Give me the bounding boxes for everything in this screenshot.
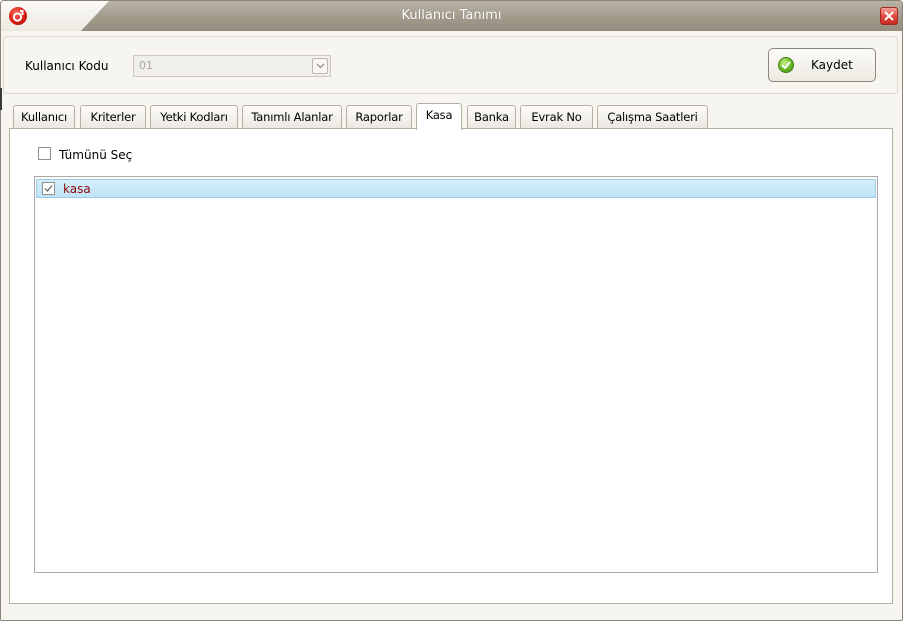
list-item[interactable]: kasa <box>36 179 876 198</box>
edge-marker <box>0 88 2 110</box>
tab-calisma-saatleri[interactable]: Çalışma Saatleri <box>597 105 708 128</box>
save-button[interactable]: Kaydet <box>768 48 876 82</box>
tab-kullanici[interactable]: Kullanıcı <box>13 105 75 128</box>
list-item-label: kasa <box>63 182 91 196</box>
tab-evrak-no[interactable]: Evrak No <box>520 105 593 128</box>
title-bar: Kullanıcı Tanımı <box>1 1 902 31</box>
tab-yetki-kodlari[interactable]: Yetki Kodları <box>150 105 238 128</box>
user-code-label: Kullanıcı Kodu <box>25 59 109 73</box>
item-checkbox[interactable] <box>42 182 55 195</box>
kasa-list[interactable]: kasa <box>34 176 878 573</box>
window-title: Kullanıcı Tanımı <box>401 8 502 23</box>
select-all-label[interactable]: Tümünü Seç <box>59 148 132 162</box>
tab-kasa[interactable]: Kasa <box>416 103 462 130</box>
close-icon[interactable] <box>880 7 898 25</box>
tab-banka[interactable]: Banka <box>467 105 516 128</box>
user-code-value: 01 <box>139 59 153 72</box>
checkmark-icon <box>778 57 794 73</box>
tab-kriterler[interactable]: Kriterler <box>80 105 146 128</box>
select-all-checkbox[interactable] <box>38 147 51 160</box>
save-button-label: Kaydet <box>811 58 853 72</box>
user-code-combo[interactable]: 01 <box>133 55 331 77</box>
tab-tanimli-alanlar[interactable]: Tanımlı Alanlar <box>242 105 342 128</box>
tab-raporlar[interactable]: Raporlar <box>346 105 412 128</box>
chevron-down-icon[interactable] <box>312 58 328 74</box>
